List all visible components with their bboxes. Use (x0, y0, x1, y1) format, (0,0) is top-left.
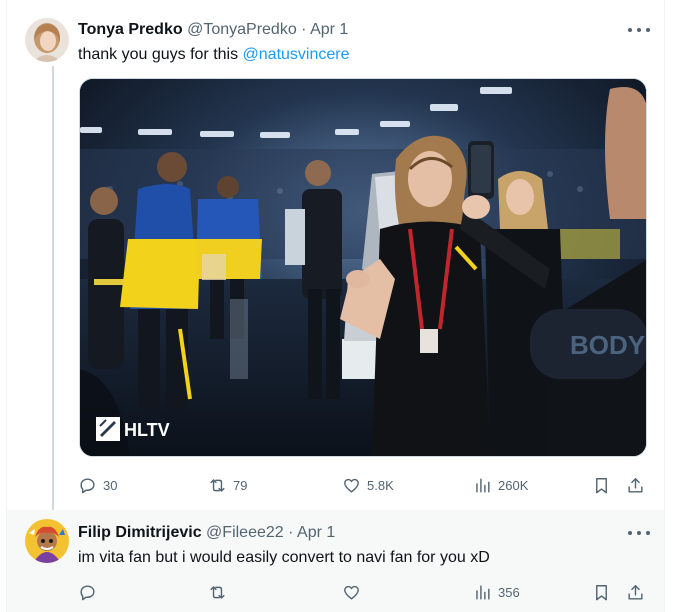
author-handle[interactable]: @Fileee22 (206, 524, 284, 541)
timeline-border-right (664, 0, 665, 612)
tweet-actions: 356 (78, 580, 648, 604)
tweet-header: Tonya Predko @TonyaPredko · Apr 1 (78, 20, 348, 40)
share-icon (628, 477, 643, 493)
repost-button[interactable]: 79 (208, 473, 247, 497)
author-name[interactable]: Filip Dimitrijevic (78, 524, 202, 541)
reply-tweet[interactable]: Filip Dimitrijevic @Fileee22 · Apr 1 im … (7, 510, 664, 612)
reply-button[interactable]: 30 (78, 473, 117, 497)
camera-banner-text: BODY (570, 330, 645, 360)
share-button[interactable] (626, 473, 645, 497)
author-handle[interactable]: @TonyaPredko (187, 21, 297, 38)
view-count: 260K (498, 477, 529, 493)
share-button[interactable] (626, 580, 645, 604)
tweet-date[interactable]: Apr 1 (297, 524, 335, 541)
heart-icon (344, 478, 359, 493)
author-name[interactable]: Tonya Predko (78, 21, 183, 38)
share-icon (628, 584, 643, 600)
view-count: 356 (498, 584, 520, 600)
separator: · (288, 524, 294, 541)
bookmark-icon (596, 477, 607, 493)
heart-icon (344, 585, 359, 600)
more-dots-icon[interactable] (628, 523, 650, 543)
views-button[interactable]: 356 (473, 580, 520, 604)
tweet[interactable]: Tonya Predko @TonyaPredko · Apr 1 thank … (7, 0, 664, 510)
like-count: 5.8K (367, 477, 394, 493)
repost-count: 79 (233, 477, 248, 493)
photo-scene: BODY HLTV (80, 79, 646, 456)
like-button[interactable] (342, 580, 361, 604)
analytics-icon (476, 477, 490, 493)
repost-button[interactable] (208, 580, 227, 604)
thread-connector-line (52, 66, 54, 510)
reply-icon (80, 584, 95, 600)
reply-count: 30 (103, 477, 118, 493)
separator: · (301, 21, 307, 38)
reply-button[interactable] (78, 580, 97, 604)
hltv-logo: HLTV (96, 417, 170, 441)
tweet-header: Filip Dimitrijevic @Fileee22 · Apr 1 (78, 523, 335, 543)
bookmark-button[interactable] (592, 580, 611, 604)
reply-icon (80, 477, 95, 493)
mention-link[interactable]: @natusvincere (243, 46, 350, 63)
repost-icon (210, 585, 225, 599)
bookmark-icon (596, 584, 607, 600)
avatar[interactable] (25, 519, 69, 563)
tweet-text-body: thank you guys for this (78, 46, 243, 63)
avatar[interactable] (25, 18, 69, 62)
hltv-watermark: HLTV (124, 420, 170, 440)
tweet-text: im vita fan but i would easily convert t… (78, 549, 490, 566)
tweet-actions: 30 79 5.8K 260K (78, 473, 648, 497)
like-button[interactable]: 5.8K (342, 473, 394, 497)
tweet-photo[interactable]: BODY HLTV (79, 78, 647, 457)
bookmark-button[interactable] (592, 473, 611, 497)
analytics-icon (476, 584, 490, 600)
more-dots-icon[interactable] (628, 20, 650, 40)
tweet-date[interactable]: Apr 1 (310, 21, 348, 38)
repost-icon (210, 478, 225, 492)
views-button[interactable]: 260K (473, 473, 528, 497)
tweet-text: thank you guys for this @natusvincere (78, 45, 350, 65)
